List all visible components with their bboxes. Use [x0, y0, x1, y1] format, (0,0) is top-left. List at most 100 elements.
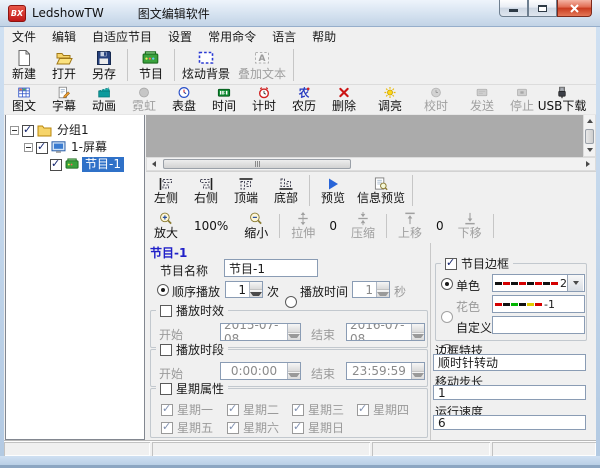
spin-up-button[interactable]	[412, 363, 424, 372]
menu-settings[interactable]: 设置	[160, 26, 200, 47]
spin-down-button[interactable]	[288, 372, 300, 380]
week-sunday[interactable]: 星期日	[292, 419, 344, 436]
compress-button[interactable]: 压缩	[343, 210, 383, 241]
shine-background-button[interactable]: 炫动背景	[178, 46, 234, 84]
dial-button[interactable]: 表盘	[164, 85, 204, 114]
week-monday[interactable]: 星期一	[161, 401, 213, 418]
tuesday-checkbox[interactable]	[227, 404, 239, 416]
tree-checkbox-group[interactable]	[22, 125, 34, 137]
move-down-button[interactable]: 下移	[450, 210, 490, 241]
horizontal-scrollbar[interactable]	[146, 157, 596, 171]
lunar-button[interactable]: 农 农历	[284, 85, 324, 114]
screen-canvas[interactable]	[146, 114, 583, 157]
spin-down-button[interactable]	[250, 290, 262, 297]
scrollbar-thumb[interactable]	[163, 159, 351, 169]
tree-label-group[interactable]: 分组1	[54, 123, 92, 138]
align-left-button[interactable]: 左侧	[146, 172, 186, 209]
close-button[interactable]	[557, 0, 592, 17]
vertical-scrollbar[interactable]	[583, 114, 596, 157]
week-saturday[interactable]: 星期六	[227, 419, 279, 436]
time-button[interactable]: 时间	[204, 85, 244, 114]
program-border-checkbox[interactable]	[445, 258, 457, 270]
scroll-left-button[interactable]	[147, 158, 161, 170]
program-button[interactable]: 节目	[131, 46, 171, 84]
zoom-in-button[interactable]: 放大	[146, 210, 186, 241]
new-button[interactable]: 新建	[4, 46, 44, 84]
stop-button[interactable]: 停止	[502, 85, 542, 114]
spin-down-button[interactable]	[288, 333, 300, 341]
spin-up-button[interactable]	[250, 282, 262, 290]
spin-up-button[interactable]	[288, 363, 300, 372]
time-play-radio[interactable]	[285, 296, 297, 308]
week-tuesday[interactable]: 星期二	[227, 401, 279, 418]
tree-checkbox-screen[interactable]	[36, 142, 48, 154]
spin-down-button[interactable]	[412, 372, 424, 380]
graphic-text-button[interactable]: 图文	[4, 85, 44, 114]
sync-time-button[interactable]: 校时	[416, 85, 456, 114]
spin-down-button[interactable]	[377, 290, 389, 297]
friday-checkbox[interactable]	[161, 422, 173, 434]
dropdown-button[interactable]	[567, 275, 583, 291]
week-friday[interactable]: 星期五	[161, 419, 213, 436]
single-color-radio[interactable]	[441, 278, 453, 290]
open-button[interactable]: 打开	[44, 46, 84, 84]
spin-up-button[interactable]	[377, 282, 389, 290]
single-color-combo[interactable]: 2	[492, 274, 585, 292]
tree-label-program[interactable]: 节目-1	[82, 157, 124, 172]
tree-node-program[interactable]: 节目-1	[6, 156, 144, 173]
scroll-up-button[interactable]	[584, 115, 595, 127]
border-effect-input[interactable]: 顺时针转动	[433, 354, 586, 371]
order-play-radio[interactable]	[157, 284, 169, 296]
save-as-button[interactable]: 另存	[84, 46, 124, 84]
program-name-input[interactable]: 节目-1	[224, 259, 318, 277]
overlay-text-button[interactable]: A 叠加文本	[234, 46, 290, 84]
menu-common-commands[interactable]: 常用命令	[200, 26, 264, 47]
minimize-button[interactable]	[499, 0, 528, 17]
monday-checkbox[interactable]	[161, 404, 173, 416]
usb-download-button[interactable]: USB下载	[542, 85, 582, 114]
menu-adaptive-program[interactable]: 自适应节目	[84, 26, 160, 47]
info-preview-button[interactable]: 信息预览	[353, 172, 409, 209]
collapse-icon[interactable]	[10, 126, 19, 135]
custom-color-box[interactable]	[492, 316, 585, 334]
sunday-checkbox[interactable]	[292, 422, 304, 434]
pattern-color-radio[interactable]	[441, 311, 453, 323]
spin-down-button[interactable]	[412, 333, 424, 341]
scroll-right-button[interactable]	[581, 158, 595, 170]
week-wednesday[interactable]: 星期三	[292, 401, 344, 418]
subtitle-button[interactable]: 字幕	[44, 85, 84, 114]
timeslot-start-spinner[interactable]: 0:00:00	[220, 362, 301, 380]
week-thursday[interactable]: 星期四	[357, 401, 409, 418]
preview-button[interactable]: 预览	[313, 172, 353, 209]
timeslot-end-spinner[interactable]: 23:59:59	[346, 362, 425, 380]
zoom-out-button[interactable]: 缩小	[236, 210, 276, 241]
pattern-color-box[interactable]: -1	[492, 295, 585, 313]
order-play-spinner[interactable]: 1	[225, 281, 263, 298]
scroll-down-button[interactable]	[584, 144, 595, 156]
menu-language[interactable]: 语言	[264, 26, 304, 47]
collapse-icon[interactable]	[24, 143, 33, 152]
spin-up-button[interactable]	[288, 324, 300, 333]
send-button[interactable]: 发送	[462, 85, 502, 114]
neon-button[interactable]: 霓虹	[124, 85, 164, 114]
brightness-button[interactable]: 调亮	[370, 85, 410, 114]
tree-node-screen[interactable]: 1-屏幕	[6, 139, 144, 156]
run-speed-input[interactable]: 6	[433, 415, 586, 430]
tree-label-screen[interactable]: 1-屏幕	[68, 140, 110, 155]
menu-edit[interactable]: 编辑	[44, 26, 84, 47]
period-start-spinner[interactable]: 2015-07-08	[220, 323, 301, 341]
time-play-spinner[interactable]: 1	[352, 281, 390, 298]
stretch-button[interactable]: 拉伸	[283, 210, 323, 241]
tree-checkbox-program[interactable]	[50, 159, 62, 171]
menu-help[interactable]: 帮助	[304, 26, 344, 47]
maximize-button[interactable]	[528, 0, 557, 17]
align-right-button[interactable]: 右侧	[186, 172, 226, 209]
delete-button[interactable]: 删除	[324, 85, 364, 114]
period-end-spinner[interactable]: 2016-07-08	[346, 323, 425, 341]
spin-up-button[interactable]	[412, 324, 424, 333]
thursday-checkbox[interactable]	[357, 404, 369, 416]
tree-node-group[interactable]: 分组1	[6, 122, 144, 139]
animation-button[interactable]: 动画	[84, 85, 124, 114]
align-top-button[interactable]: 顶端	[226, 172, 266, 209]
saturday-checkbox[interactable]	[227, 422, 239, 434]
